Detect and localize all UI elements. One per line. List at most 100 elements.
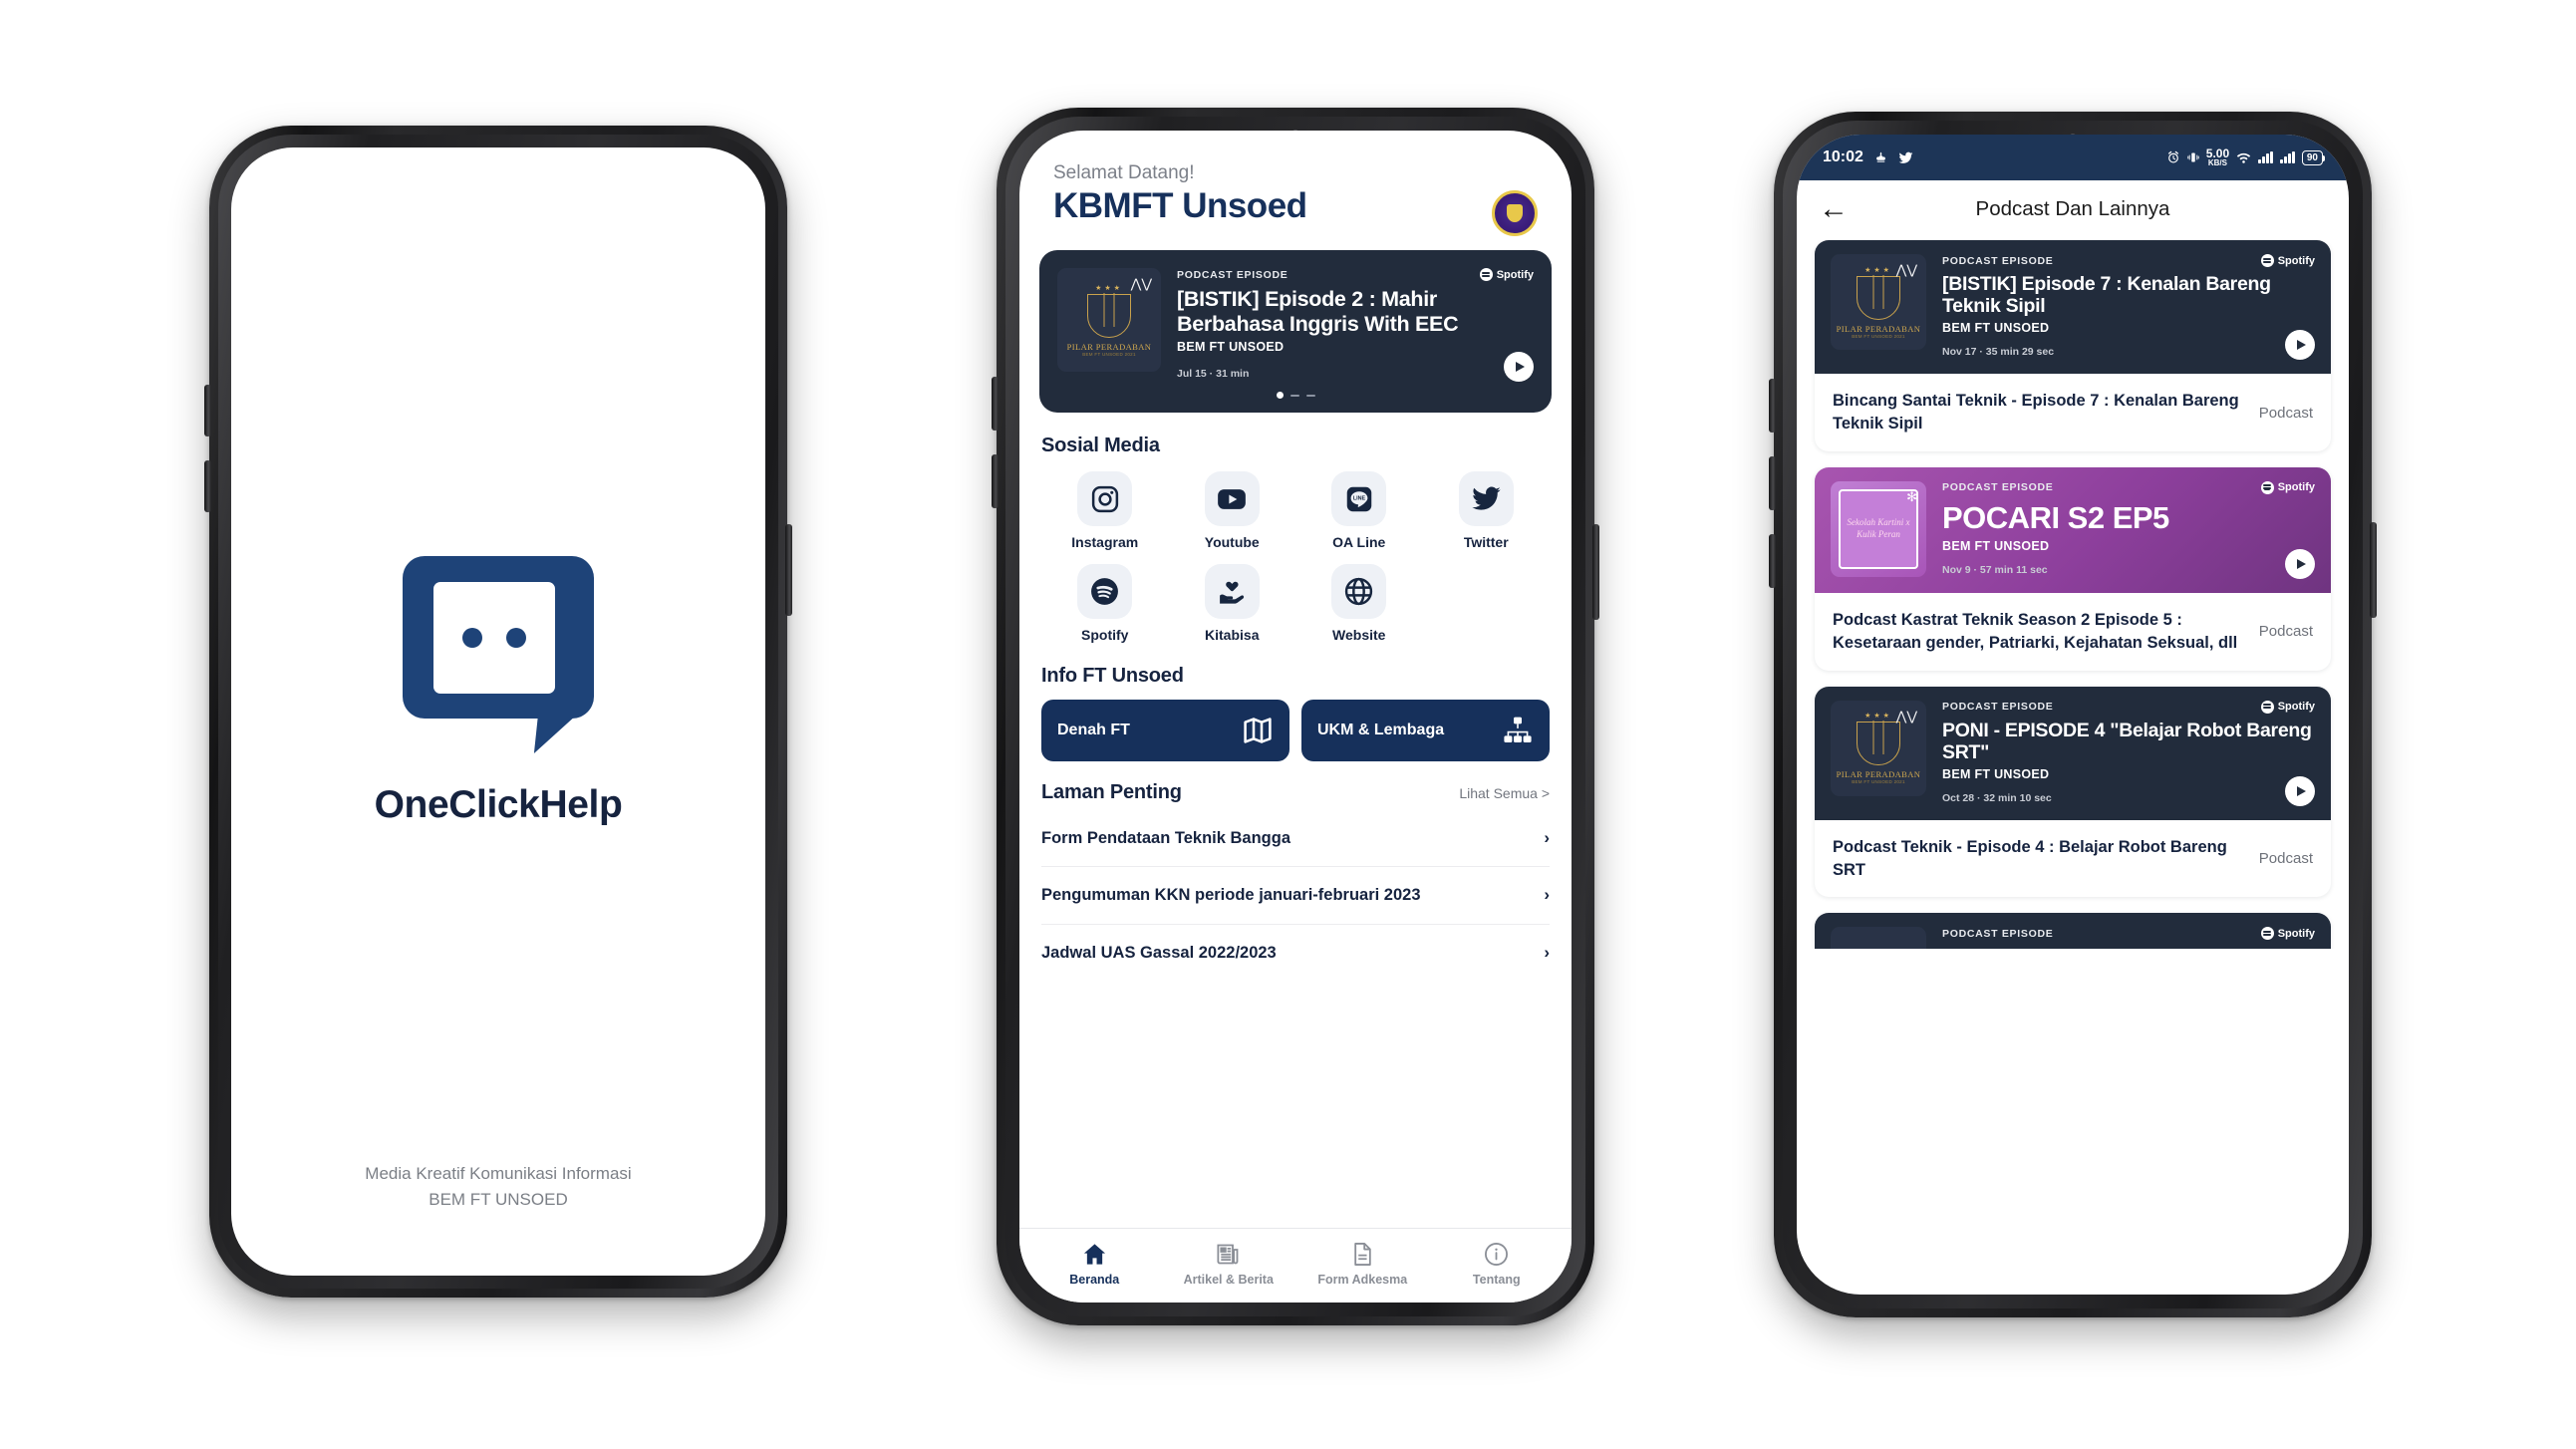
volume-up-button[interactable] (204, 385, 211, 436)
podcast-artwork: ★★★ (1831, 927, 1926, 950)
denah-ft-button[interactable]: Denah FT (1041, 700, 1289, 761)
home-icon (1083, 1244, 1105, 1265)
welcome-text: Selamat Datang! (1053, 162, 1195, 183)
podcast-list[interactable]: ★★★ PILAR PERADABAN BEM FT UNSOED 2021 ⋀… (1797, 240, 2349, 950)
podcast-title: PONI - EPISODE 4 "Belajar Robot Bareng S… (1942, 719, 2312, 763)
play-icon[interactable] (2285, 775, 2315, 806)
splash-screen: OneClickHelp Media Kreatif Komunikasi In… (231, 147, 765, 1276)
see-all-link[interactable]: Lihat Semua > (1459, 785, 1550, 801)
spotify-icon (2260, 254, 2274, 267)
artwork-subtitle: BEM FT UNSOED 2021 (1082, 351, 1136, 357)
play-icon[interactable] (1504, 352, 1534, 382)
social-item-youtube[interactable]: Youtube (1169, 471, 1296, 550)
phone-mockup-home: Selamat Datang! KBMFT Unsoed ★★★ PILAR P… (992, 108, 1599, 1325)
tab-tentang[interactable]: Tentang (1430, 1241, 1565, 1287)
tab-beranda[interactable]: Beranda (1027, 1241, 1162, 1287)
power-button[interactable] (1592, 524, 1599, 620)
social-item-instagram[interactable]: Instagram (1041, 471, 1169, 550)
list-item[interactable]: Pengumuman KKN periode januari-februari … (1041, 867, 1550, 925)
volume-down-button[interactable] (992, 454, 999, 508)
status-bar: 10:02 5.00 KB/S 90 (1797, 135, 2349, 180)
spotify-badge: Spotify (1479, 268, 1534, 281)
artwork-subtitle: BEM FT UNSOED 2021 (1852, 333, 1905, 339)
globe-icon (1331, 564, 1387, 619)
screenshot-canvas: OneClickHelp Media Kreatif Komunikasi In… (0, 0, 2576, 1449)
podcast-date: Jul 15 · 31 min (1177, 368, 1250, 380)
org-chart-icon (1504, 717, 1532, 742)
social-grid: Instagram Youtube LINE OA Line Twitter S… (1041, 471, 1550, 643)
tab-artikel-berita[interactable]: Artikel & Berita (1162, 1241, 1296, 1287)
info-section: Info FT Unsoed Denah FT UKM & Lembaga (1019, 665, 1572, 761)
podcast-card[interactable]: ★★★ PILAR PERADABAN BEM FT UNSOED 2021 ⋀… (1815, 686, 2331, 898)
social-item-twitter[interactable]: Twitter (1423, 471, 1551, 550)
volume-up-button[interactable] (1769, 379, 1776, 433)
podcast-author: BEM FT UNSOED (1942, 321, 2050, 336)
podcast-author: BEM FT UNSOED (1942, 766, 2050, 781)
info-circle-icon (1485, 1243, 1509, 1266)
podcast-date: Nov 17 · 35 min 29 sec (1942, 346, 2055, 359)
podcast-footer-title: Podcast Kastrat Teknik Season 2 Episode … (1833, 610, 2238, 652)
social-section-title: Sosial Media (1041, 435, 1160, 456)
home-header: Selamat Datang! KBMFT Unsoed (1019, 131, 1572, 244)
laman-item-label: Jadwal UAS Gassal 2022/2023 (1041, 943, 1277, 962)
spotify-icon (1479, 268, 1493, 281)
podcast-footer-title: Bincang Santai Teknik - Episode 7 : Kena… (1833, 392, 2239, 434)
social-media-section: Sosial Media Instagram Youtube LINE OA L… (1019, 435, 1572, 643)
back-arrow-icon[interactable]: ← (1819, 194, 1849, 224)
ukm-lembaga-button[interactable]: UKM & Lembaga (1301, 700, 1550, 761)
carousel-dots[interactable] (1057, 392, 1534, 399)
podcast-category-tag: Podcast (2258, 623, 2313, 641)
social-label: Spotify (1081, 627, 1129, 643)
volume-up-button[interactable] (992, 377, 999, 431)
list-item[interactable]: Jadwal UAS Gassal 2022/2023 › (1041, 925, 1550, 981)
signal-bars-icon (2258, 151, 2273, 163)
signal-bars-icon-2 (2280, 151, 2295, 163)
laman-item-label: Form Pendataan Teknik Bangga (1041, 829, 1290, 847)
assistant-button[interactable] (1769, 534, 1776, 588)
play-icon[interactable] (2285, 548, 2315, 579)
podcast-hero-card[interactable]: ★★★ PILAR PERADABAN BEM FT UNSOED 2021 ⋀… (1039, 250, 1552, 413)
splash-content: OneClickHelp (375, 556, 623, 827)
podcast-screen: 10:02 5.00 KB/S 90 ← Podcast Dan Lainnya… (1797, 135, 2349, 1295)
power-button[interactable] (785, 524, 792, 616)
podcast-card[interactable]: ★★★ PILAR PERADABAN BEM FT UNSOED 2021 ⋀… (1815, 240, 2331, 451)
tab-form-adkesma[interactable]: Form Adkesma (1295, 1241, 1430, 1287)
laman-section-title: Laman Penting (1041, 781, 1182, 803)
social-item-website[interactable]: Website (1295, 564, 1423, 643)
social-label: Youtube (1204, 534, 1260, 550)
podcast-category-tag: Podcast (2258, 850, 2313, 868)
social-label: Kitabisa (1205, 627, 1260, 643)
social-item-kitabisa[interactable]: Kitabisa (1169, 564, 1296, 643)
chevron-right-icon: › (1544, 885, 1550, 905)
tab-label: Artikel & Berita (1183, 1273, 1274, 1287)
spotify-icon (1077, 564, 1133, 619)
document-icon (1354, 1243, 1371, 1266)
podcast-card[interactable]: Sekolah Kartini x Kulik Peran ✻ PODCAST … (1815, 466, 2331, 671)
volume-down-button[interactable] (204, 460, 211, 512)
wifi-icon (2236, 152, 2251, 163)
bottom-tab-bar: Beranda Artikel & Berita Form Adkesma Te… (1019, 1228, 1572, 1303)
podcast-date: Oct 28 · 32 min 10 sec (1942, 791, 2052, 804)
podcast-kicker: PODCAST EPISODE (1942, 927, 2054, 940)
social-item-oa-line[interactable]: LINE OA Line (1295, 471, 1423, 550)
spotify-label: Spotify (2277, 927, 2315, 940)
podcast-artwork: Sekolah Kartini x Kulik Peran ✻ (1831, 480, 1926, 577)
laman-list: Form Pendataan Teknik Bangga › Pengumuma… (1041, 810, 1550, 981)
battery-indicator: 90 (2301, 149, 2326, 165)
podcast-card[interactable]: ★★★ PODCAST EPISODE Spotify (1815, 913, 2331, 950)
artwork-title: PILAR PERADABAN (1836, 323, 1921, 334)
chat-bubble-logo-icon (403, 556, 594, 753)
power-button[interactable] (2370, 522, 2377, 618)
spotify-icon (2260, 480, 2274, 494)
artwork-title: PILAR PERADABAN (1066, 341, 1152, 352)
network-speed: 5.00 KB/S (2206, 147, 2229, 167)
social-item-spotify[interactable]: Spotify (1041, 564, 1169, 643)
list-item[interactable]: Form Pendataan Teknik Bangga › (1041, 810, 1550, 868)
splash-footer-line2: BEM FT UNSOED (429, 1189, 568, 1209)
svg-text:LINE: LINE (1353, 495, 1366, 501)
alarm-icon (2167, 150, 2178, 163)
artwork-subtitle: BEM FT UNSOED 2021 (1852, 779, 1905, 784)
volume-down-button[interactable] (1769, 456, 1776, 510)
ukm-lembaga-label: UKM & Lembaga (1317, 722, 1445, 739)
app-bar: ← Podcast Dan Lainnya (1797, 180, 2349, 240)
